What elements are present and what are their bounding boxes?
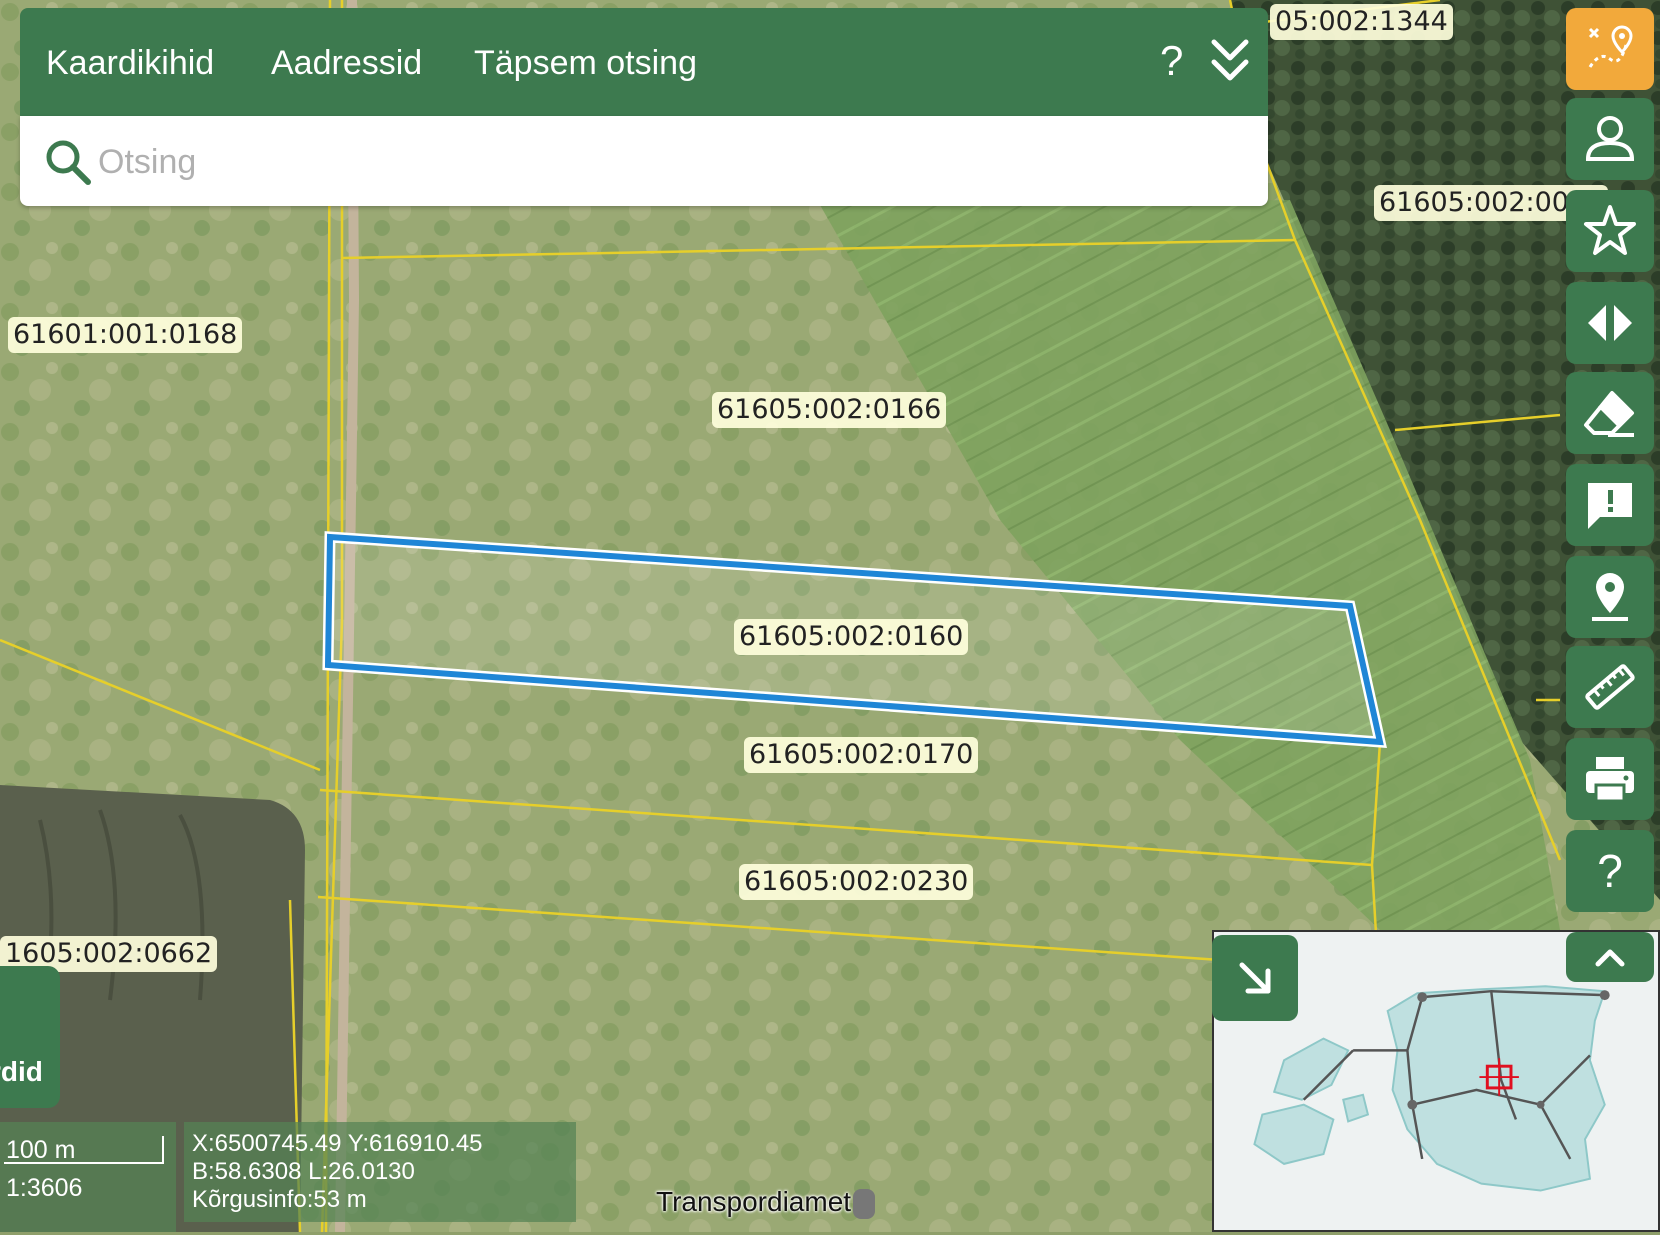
coordinates-panel: X:6500745.49 Y:616910.45 B:58.6308 L:26.… [184, 1122, 576, 1222]
help-icon: ? [1597, 845, 1623, 897]
arrow-down-right-icon [1239, 962, 1271, 994]
double-chevron-down-icon[interactable] [1208, 34, 1252, 88]
tab-map-layers[interactable]: Kaardikihid [46, 42, 214, 84]
location-button[interactable] [1566, 556, 1654, 638]
favorites-button[interactable] [1566, 190, 1654, 272]
scale-bar: 100 m 1:3606 [0, 1122, 176, 1232]
left-panel-label: rdid [0, 1056, 43, 1087]
pin-icon [1592, 573, 1628, 621]
panel-up-button[interactable] [1566, 932, 1654, 982]
print-button[interactable] [1566, 738, 1654, 820]
top-nav-bar: Kaardikihid Aadressid Täpsem otsing ? [20, 8, 1268, 116]
measure-button[interactable] [1566, 646, 1654, 728]
parcel-label[interactable]: 61605:002:0160 [734, 619, 969, 655]
feedback-button[interactable] [1566, 464, 1654, 546]
chevron-up-icon [1595, 949, 1625, 967]
minimap-expand-button[interactable] [1212, 935, 1298, 1021]
tab-advanced-search[interactable]: Täpsem otsing [474, 42, 697, 84]
parcel-label[interactable]: 05:002:1344 [1270, 4, 1453, 40]
left-panel-tab[interactable]: rdid [0, 966, 60, 1108]
tab-addresses[interactable]: Aadressid [271, 42, 422, 84]
route-icon [1588, 25, 1633, 68]
help-button[interactable]: ? [1160, 36, 1183, 86]
scale-distance: 100 m [6, 1136, 76, 1164]
printer-icon [1586, 757, 1634, 803]
star-icon [1584, 205, 1636, 255]
coord-bl: B:58.6308 L:26.0130 [192, 1158, 415, 1185]
compare-button[interactable] [1566, 282, 1654, 364]
attribution-badge [853, 1188, 876, 1219]
search-input[interactable] [96, 134, 1200, 190]
parcel-label[interactable]: 61605:002:0230 [739, 864, 974, 900]
route-button[interactable] [1566, 8, 1654, 90]
coord-elevation: Kõrgusinfo:53 m [192, 1186, 367, 1213]
parcel-label[interactable]: 61601:001:0168 [8, 317, 243, 353]
help-sidebar-button[interactable]: ? [1566, 830, 1654, 912]
coord-xy: X:6500745.49 Y:616910.45 [192, 1130, 483, 1157]
scale-ratio: 1:3606 [6, 1174, 83, 1202]
search-bar [20, 116, 1268, 206]
ruler-icon [1585, 664, 1635, 710]
eraser-icon [1584, 391, 1634, 437]
user-icon [1585, 116, 1635, 161]
map-attribution: Transpordiamet [656, 1186, 876, 1219]
eraser-button[interactable] [1566, 372, 1654, 454]
user-button[interactable] [1566, 98, 1654, 180]
parcel-label[interactable]: 61605:002:0170 [744, 737, 979, 773]
compare-icon [1588, 305, 1632, 341]
parcel-label[interactable]: 61605:002:0166 [712, 392, 947, 428]
attribution-text: Transpordiamet [656, 1186, 852, 1217]
search-icon [46, 140, 91, 185]
feedback-icon [1588, 483, 1632, 529]
